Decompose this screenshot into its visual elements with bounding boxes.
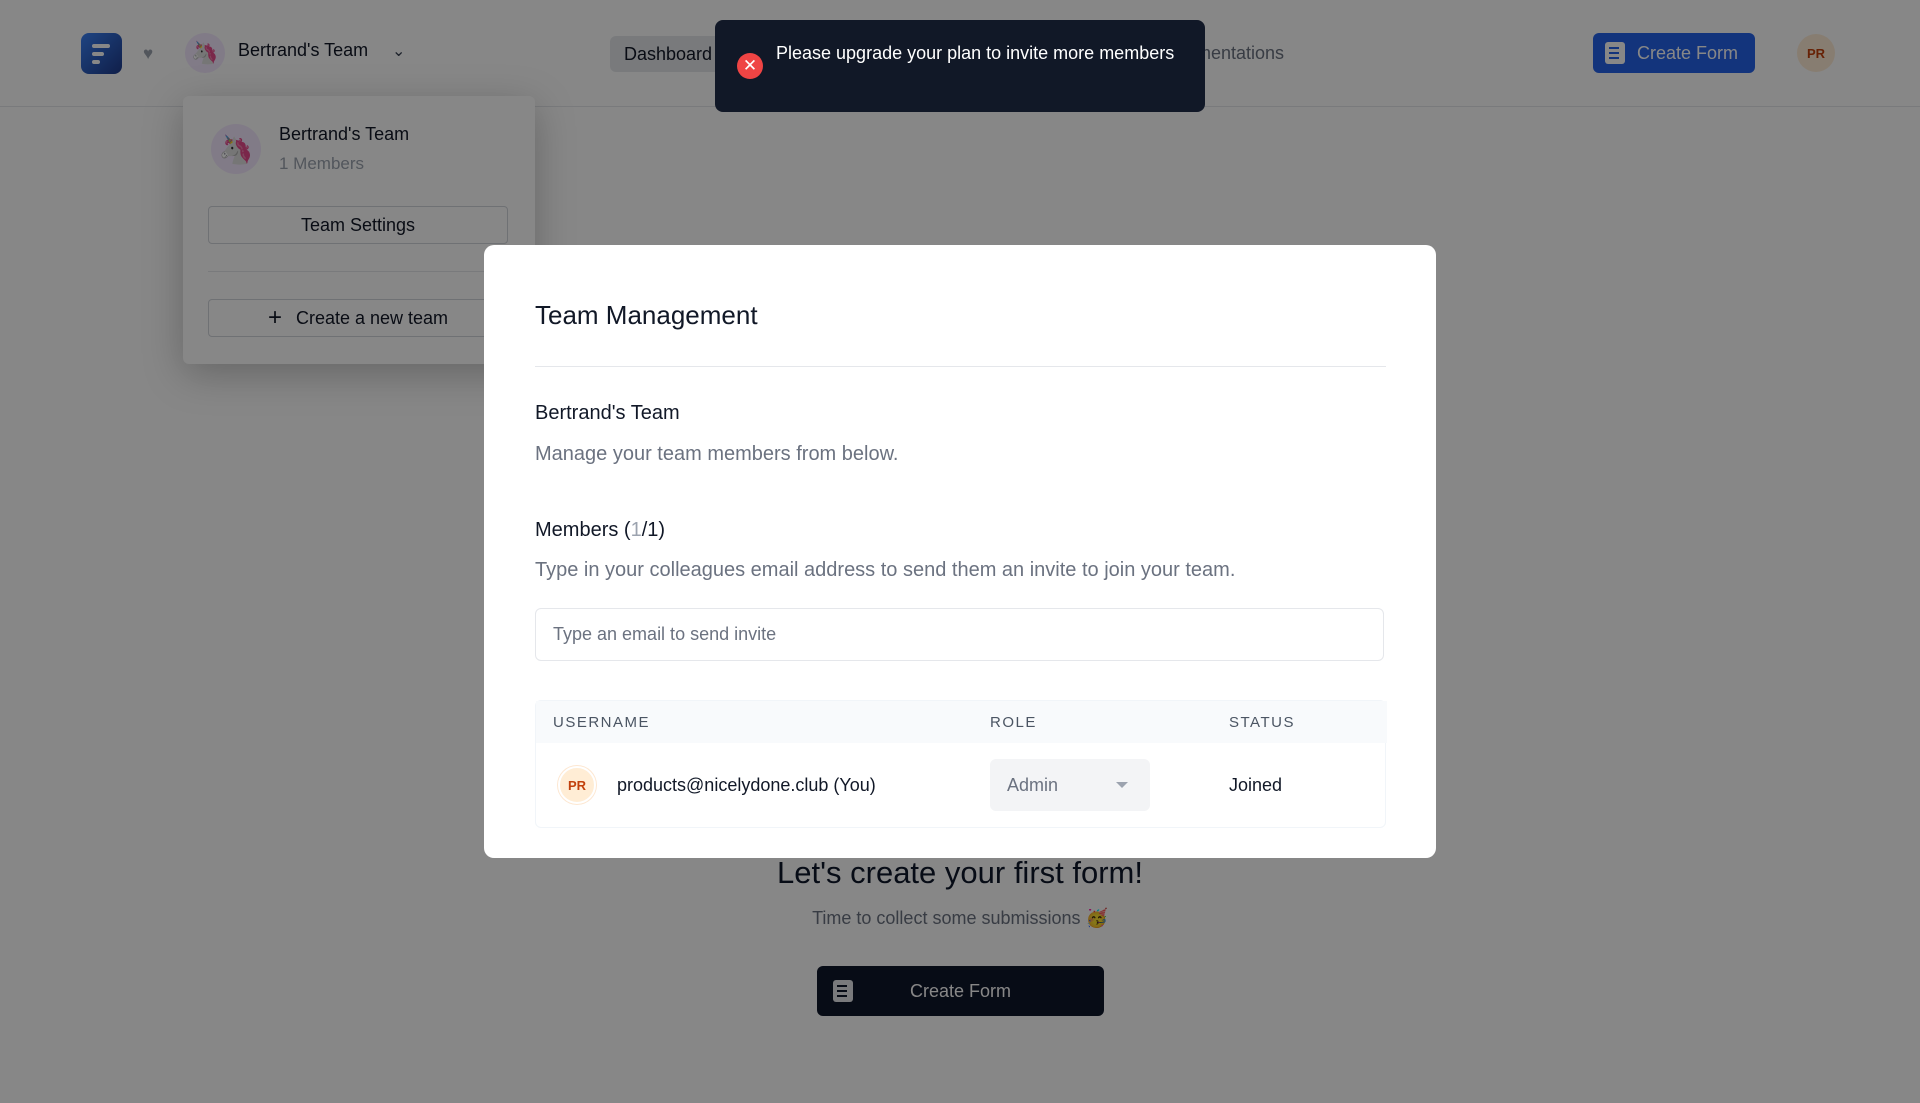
members-table: USERNAME ROLE STATUS PR products@nicelyd… — [535, 700, 1387, 828]
invite-email-input[interactable] — [535, 608, 1384, 661]
caret-down-icon — [1116, 782, 1128, 788]
column-header-role: ROLE — [990, 714, 1037, 731]
toast-message: Please upgrade your plan to invite more … — [776, 43, 1175, 63]
error-x-icon: ✕ — [737, 53, 763, 79]
team-heading: Bertrand's Team — [535, 402, 680, 424]
team-description: Manage your team members from below. — [535, 443, 899, 465]
table-header: USERNAME ROLE STATUS — [536, 701, 1387, 743]
role-select[interactable]: Admin — [990, 759, 1150, 811]
team-management-modal: Team Management Bertrand's Team Manage y… — [484, 245, 1436, 858]
members-current-count: 1 — [630, 519, 642, 541]
member-status: Joined — [1229, 775, 1283, 795]
members-description: Type in your colleagues email address to… — [535, 559, 1236, 581]
divider — [535, 366, 1386, 367]
members-suffix: /1) — [641, 519, 666, 541]
member-username: products@nicelydone.club (You) — [617, 775, 876, 795]
role-value: Admin — [1007, 774, 1059, 795]
modal-title: Team Management — [535, 300, 758, 330]
column-header-username: USERNAME — [553, 714, 651, 731]
members-prefix: Members ( — [535, 519, 631, 541]
members-heading: Members (1/1) — [535, 519, 665, 542]
column-header-status: STATUS — [1229, 714, 1295, 731]
avatar: PR — [558, 766, 596, 804]
error-toast[interactable]: ✕ Please upgrade your plan to invite mor… — [715, 20, 1205, 112]
